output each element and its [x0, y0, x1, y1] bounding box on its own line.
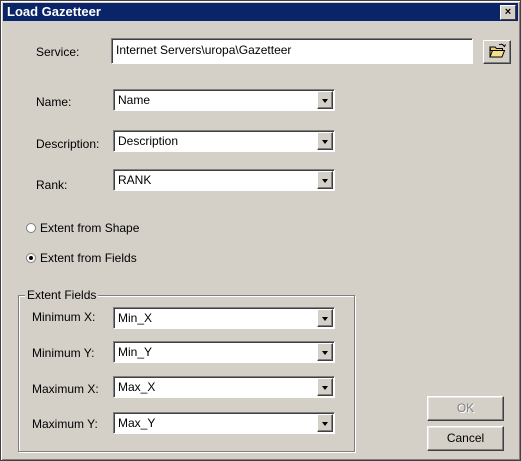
chevron-down-icon[interactable] — [317, 91, 333, 109]
minimum-x-label: Minimum X: — [32, 310, 96, 324]
maximum-y-label: Maximum Y: — [32, 417, 98, 431]
title-bar[interactable]: Load Gazetteer × — [3, 3, 518, 21]
chevron-down-icon[interactable] — [317, 378, 333, 396]
chevron-down-icon[interactable] — [317, 171, 333, 189]
maximum-y-combo[interactable]: Max_Y — [113, 412, 335, 434]
minimum-x-combo[interactable]: Min_X — [113, 307, 335, 329]
description-value: Description — [118, 134, 179, 148]
cancel-button[interactable]: Cancel — [427, 426, 504, 451]
chevron-down-icon[interactable] — [317, 309, 333, 327]
chevron-down-icon[interactable] — [317, 132, 333, 150]
extent-from-fields-radio[interactable] — [26, 253, 36, 263]
minimum-y-combo[interactable]: Min_Y — [113, 341, 335, 363]
extent-from-fields-label: Extent from Fields — [40, 251, 137, 265]
close-button[interactable]: × — [500, 5, 516, 20]
extent-from-shape-radio[interactable] — [26, 223, 36, 233]
maximum-x-label: Maximum X: — [32, 382, 99, 396]
name-label: Name: — [36, 95, 72, 109]
rank-label: Rank: — [36, 178, 68, 192]
name-value: Name — [118, 93, 151, 107]
ok-button[interactable]: OK — [427, 396, 504, 421]
name-combo[interactable]: Name — [113, 89, 335, 111]
description-combo[interactable]: Description — [113, 130, 335, 152]
description-label: Description: — [36, 137, 100, 151]
maximum-x-combo[interactable]: Max_X — [113, 376, 335, 398]
window-title: Load Gazetteer — [7, 4, 101, 19]
minimum-y-label: Minimum Y: — [32, 346, 95, 360]
rank-combo[interactable]: RANK — [113, 169, 335, 191]
extent-from-shape-label: Extent from Shape — [40, 221, 140, 235]
minimum-y-value: Min_Y — [118, 345, 153, 359]
minimum-x-value: Min_X — [118, 311, 153, 325]
service-label: Service: — [36, 45, 80, 59]
chevron-down-icon[interactable] — [317, 343, 333, 361]
maximum-y-value: Max_Y — [118, 416, 156, 430]
open-folder-icon — [489, 43, 506, 58]
chevron-down-icon[interactable] — [317, 414, 333, 432]
maximum-x-value: Max_X — [118, 380, 156, 394]
extent-fields-legend: Extent Fields — [25, 288, 99, 302]
rank-value: RANK — [118, 173, 152, 187]
browse-button[interactable] — [483, 40, 511, 64]
service-input[interactable]: Internet Servers\uropa\Gazetteer — [111, 38, 473, 64]
